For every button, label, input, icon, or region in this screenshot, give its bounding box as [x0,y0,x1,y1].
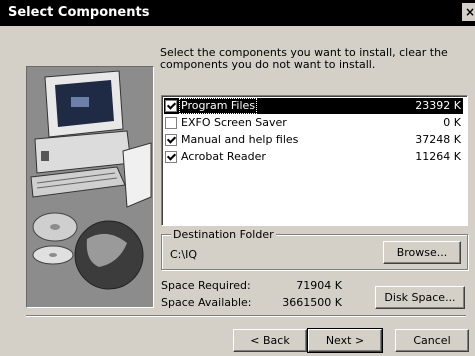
component-size: 11264 K [415,150,461,163]
component-checkbox[interactable] [165,100,177,112]
component-checkbox[interactable] [165,151,177,163]
separator [26,315,466,317]
component-size: 37248 K [415,133,461,146]
destination-folder-label: Destination Folder [171,228,276,241]
list-item[interactable]: Acrobat Reader 11264 K [164,149,463,165]
component-checkbox[interactable] [165,134,177,146]
destination-path: C:\IQ [170,248,197,261]
components-list[interactable]: Program Files 23392 K EXFO Screen Saver … [161,95,468,226]
back-button[interactable]: < Back [233,329,307,352]
window-title: Select Components [8,5,150,20]
setup-illustration [26,66,154,308]
list-item[interactable]: Manual and help files 37248 K [164,132,463,148]
space-available-value: 3661500 K [282,296,342,309]
disk-space-button[interactable]: Disk Space... [375,286,465,309]
space-required-value: 71904 K [296,279,342,292]
instructions-text: Select the components you want to instal… [160,46,448,71]
component-name: Acrobat Reader [181,150,266,163]
browse-button[interactable]: Browse... [383,241,461,264]
close-icon[interactable]: × [462,3,475,21]
component-size: 0 K [443,116,461,129]
component-name: EXFO Screen Saver [181,116,287,129]
component-name: Manual and help files [181,133,299,146]
component-checkbox[interactable] [165,117,177,129]
cancel-button[interactable]: Cancel [395,329,469,352]
book-icon [122,142,152,208]
next-button[interactable]: Next > [307,328,383,353]
list-item[interactable]: EXFO Screen Saver 0 K [164,115,463,131]
computer-icon [30,70,152,290]
component-name: Program Files [179,98,258,114]
title-bar: Select Components × [0,0,475,26]
list-item[interactable]: Program Files 23392 K [164,98,463,114]
component-size: 23392 K [415,99,461,112]
